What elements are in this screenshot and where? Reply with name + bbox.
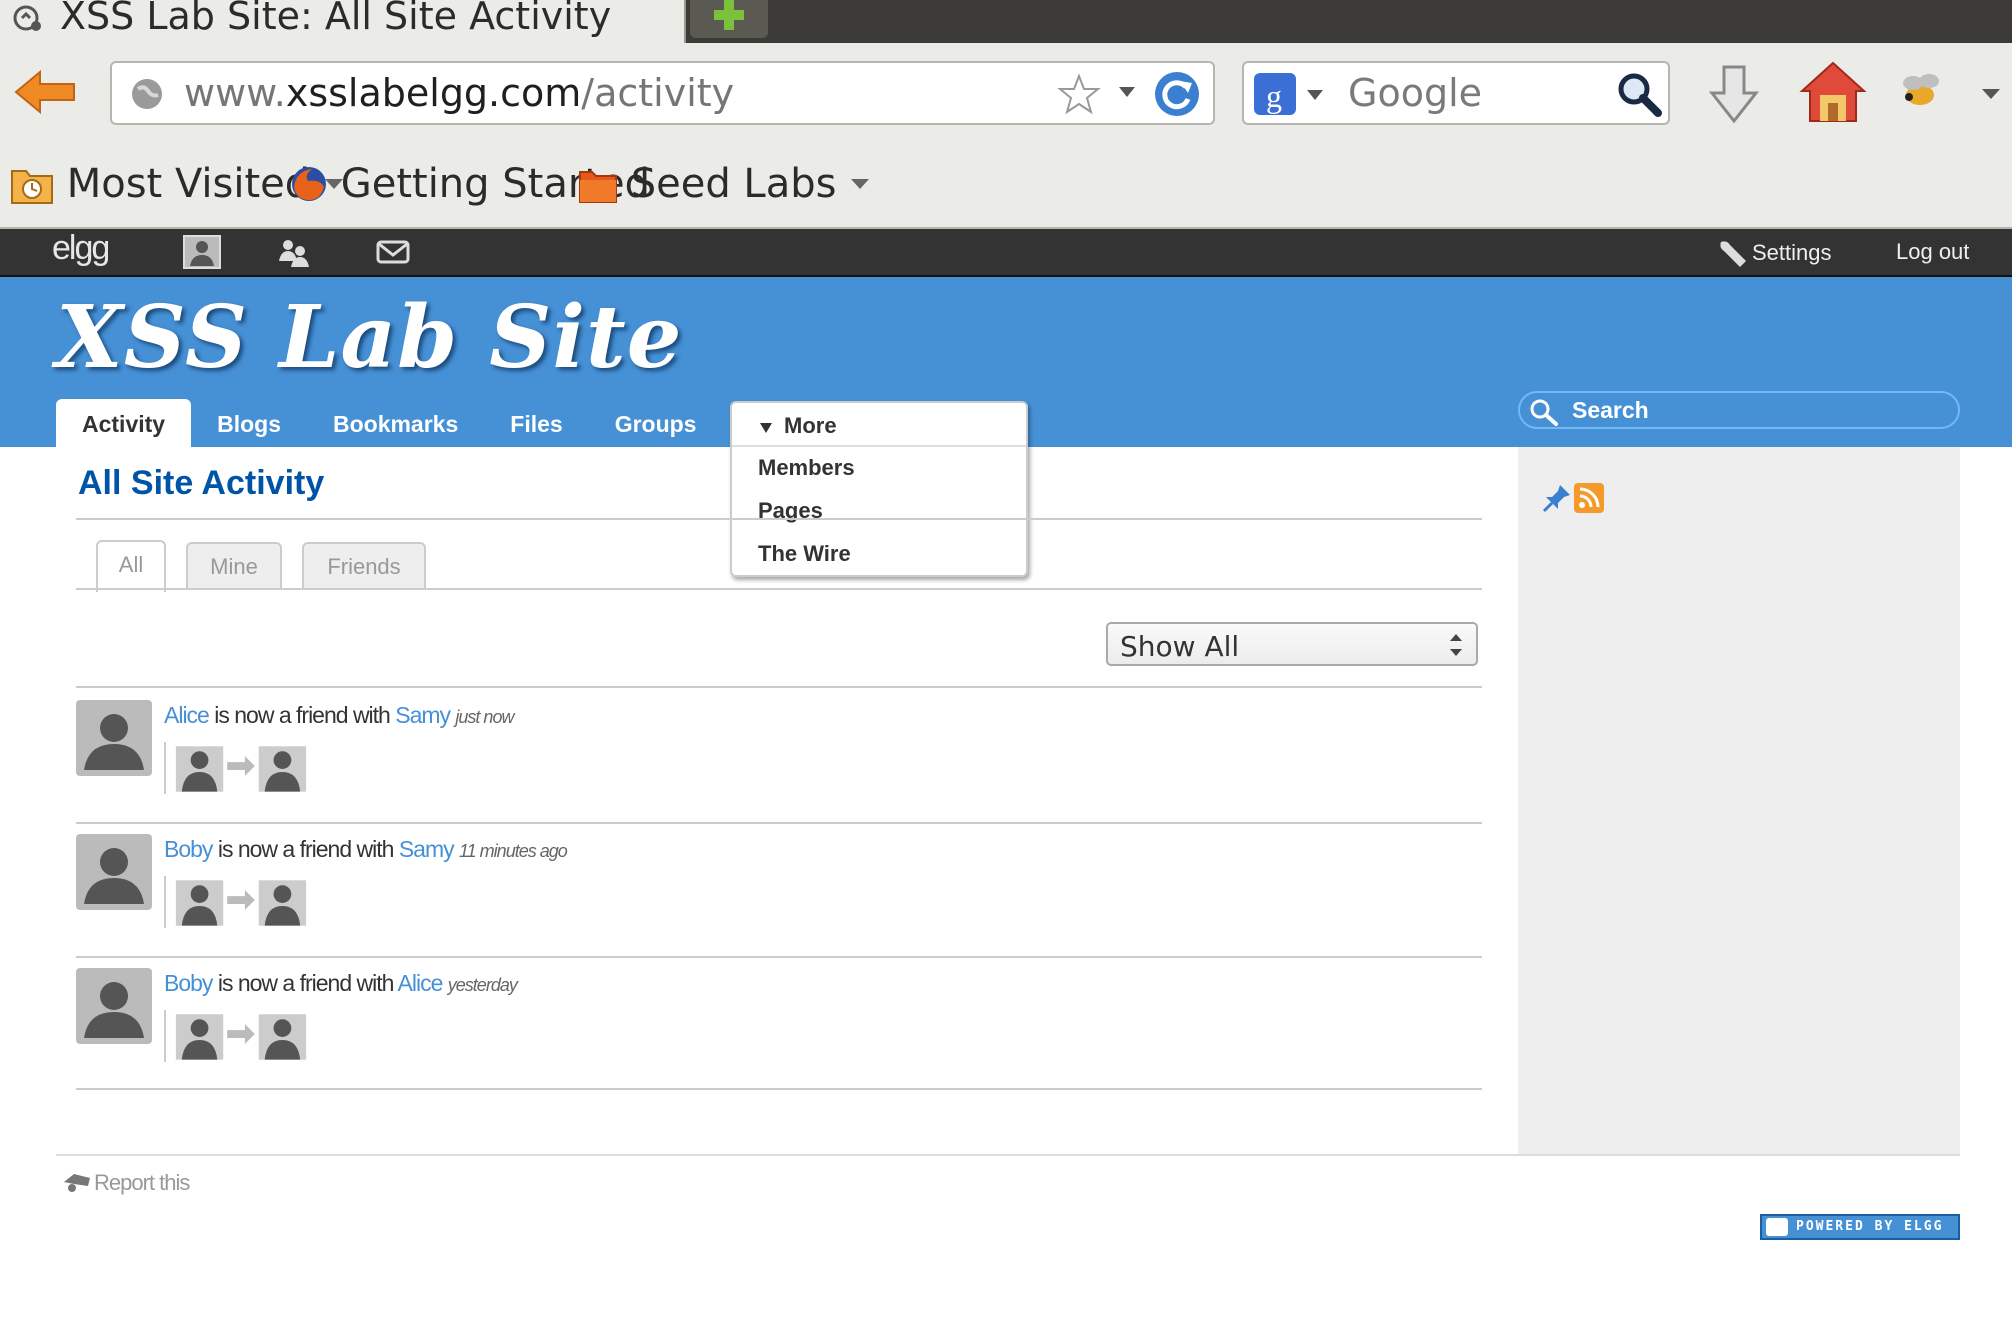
logout-link[interactable]: Log out xyxy=(1896,239,1969,265)
rss-icon[interactable] xyxy=(1574,483,1604,513)
friendship-icon xyxy=(164,876,307,928)
report-this-link[interactable]: Report this xyxy=(62,1170,190,1196)
avatar[interactable] xyxy=(76,968,152,1044)
menu-item-bookmarks[interactable]: Bookmarks xyxy=(307,399,484,447)
friendship-icon xyxy=(164,742,307,794)
profile-icon[interactable] xyxy=(182,235,222,269)
home-icon[interactable] xyxy=(1798,59,1868,125)
menu-item-members[interactable]: Members xyxy=(758,455,855,481)
google-icon[interactable]: g xyxy=(1254,73,1296,115)
tab-all[interactable]: All xyxy=(96,540,166,592)
site-title[interactable]: XSS Lab Site xyxy=(56,287,682,388)
page-title: All Site Activity xyxy=(78,464,325,502)
tab-friends[interactable]: Friends xyxy=(302,542,426,590)
bookmark-seed-labs[interactable]: Seed Labs xyxy=(578,159,871,211)
url-text[interactable]: www.xsslabelgg.com/activity xyxy=(184,71,734,115)
search-icon xyxy=(1530,399,1558,426)
user-link[interactable]: Alice xyxy=(398,970,444,996)
activity-summary: Boby is now a friend with Alice yesterda… xyxy=(164,970,518,996)
list-item: Boby is now a friend with Samy 11 minute… xyxy=(76,826,1482,960)
tab-mine[interactable]: Mine xyxy=(186,542,282,590)
browser-tab-strip: XSS Lab Site: All Site Activity xyxy=(0,0,2012,43)
menu-item-the-wire[interactable]: The Wire xyxy=(758,541,851,567)
elgg-logo-icon xyxy=(1766,1218,1788,1236)
svg-text:g: g xyxy=(1266,78,1282,114)
browser-search-input[interactable]: Google xyxy=(1348,71,1482,115)
site-menu: Activity Blogs Bookmarks Files Groups xyxy=(56,399,722,447)
user-link[interactable]: Boby xyxy=(164,970,213,996)
search-icon[interactable] xyxy=(1614,69,1664,119)
bookmarks-toolbar: Most Visited Getting Started Seed Labs xyxy=(0,143,2012,229)
divider xyxy=(76,1088,1482,1090)
divider xyxy=(76,956,1482,958)
url-bar[interactable]: www.xsslabelgg.com/activity xyxy=(110,61,1215,125)
wrench-icon xyxy=(1720,241,1746,267)
user-link[interactable]: Alice xyxy=(164,702,210,728)
select-arrows-icon xyxy=(1450,634,1462,656)
activity-summary: Alice is now a friend with Samy just now xyxy=(164,702,514,728)
timestamp: 11 minutes ago xyxy=(459,841,568,861)
mail-icon[interactable] xyxy=(376,235,410,269)
bookmark-star-icon[interactable] xyxy=(1057,73,1101,117)
menu-item-blogs[interactable]: Blogs xyxy=(191,399,307,447)
report-flag-icon xyxy=(64,1174,90,1192)
divider xyxy=(76,518,1482,520)
activity-summary: Boby is now a friend with Samy 11 minute… xyxy=(164,836,568,862)
browser-search-bar[interactable]: g Google xyxy=(1242,61,1670,125)
avatar[interactable] xyxy=(76,834,152,910)
menu-item-activity[interactable]: Activity xyxy=(56,399,192,447)
chevron-down-icon[interactable] xyxy=(1117,85,1137,99)
menu-item-groups[interactable]: Groups xyxy=(589,399,723,447)
download-icon[interactable] xyxy=(1706,63,1762,127)
friends-icon[interactable] xyxy=(276,235,312,269)
settings-link[interactable]: Settings xyxy=(1716,235,1832,271)
friendship-icon xyxy=(164,1010,307,1062)
chevron-down-icon xyxy=(851,179,870,189)
menu-item-pages[interactable]: Pages xyxy=(758,498,823,524)
list-item: Boby is now a friend with Alice yesterda… xyxy=(76,960,1482,1094)
timestamp: just now xyxy=(455,707,514,727)
menu-item-more[interactable]: More xyxy=(732,403,1026,447)
divider xyxy=(76,822,1482,824)
user-link[interactable]: Boby xyxy=(164,836,213,862)
tabs-divider xyxy=(76,588,1482,590)
timestamp: yesterday xyxy=(447,975,518,995)
menu-item-files[interactable]: Files xyxy=(484,399,588,447)
pin-icon[interactable] xyxy=(1542,483,1572,513)
elgg-topbar: elgg Settings Log out xyxy=(0,229,2012,277)
elgg-logo[interactable]: elgg xyxy=(52,229,110,268)
browser-tab[interactable]: XSS Lab Site: All Site Activity xyxy=(0,0,686,43)
folder-clock-icon xyxy=(11,170,53,204)
reload-icon[interactable] xyxy=(1152,69,1202,119)
addon-bug-icon[interactable] xyxy=(1895,69,1945,113)
avatar[interactable] xyxy=(76,700,152,776)
chevron-down-icon[interactable] xyxy=(1980,87,2002,101)
plus-icon xyxy=(714,0,744,30)
browser-navbar: www.xsslabelgg.com/activity g Google xyxy=(0,43,2012,143)
divider xyxy=(76,686,1482,688)
elgg-favicon-icon xyxy=(13,5,41,31)
back-arrow-icon[interactable] xyxy=(12,68,78,116)
more-dropdown-menu: More Members Pages The Wire xyxy=(730,401,1028,577)
folder-icon xyxy=(579,171,617,203)
powered-by-elgg-badge[interactable]: POWERED BY ELGG xyxy=(1760,1214,1960,1240)
globe-icon xyxy=(132,79,162,109)
triangle-down-icon xyxy=(760,423,772,433)
list-item: Alice is now a friend with Samy just now xyxy=(76,692,1482,826)
show-filter-select[interactable]: Show All xyxy=(1106,622,1478,666)
tab-title: XSS Lab Site: All Site Activity xyxy=(60,0,612,38)
site-search-input[interactable]: Search xyxy=(1518,391,1960,429)
chevron-down-icon[interactable] xyxy=(1306,89,1324,101)
sidebar xyxy=(1518,447,1960,1154)
new-tab-button[interactable] xyxy=(690,0,768,38)
user-link[interactable]: Samy xyxy=(395,702,451,728)
firefox-icon xyxy=(292,167,326,201)
user-link[interactable]: Samy xyxy=(399,836,455,862)
footer-divider xyxy=(56,1154,1960,1156)
